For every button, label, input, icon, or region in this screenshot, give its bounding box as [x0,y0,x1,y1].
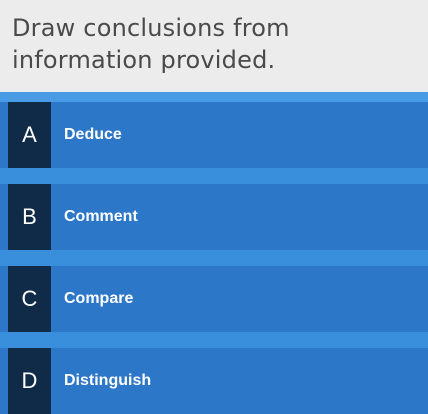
option-separator [0,168,428,184]
option-label-a: Deduce [64,126,122,143]
question-panel: Draw conclusions from information provid… [0,0,428,92]
option-letter-d: D [8,348,51,414]
option-label-d: Distinguish [64,372,152,389]
answer-option-c[interactable]: C Compare [0,266,428,332]
answer-options-list: A Deduce B Comment C Compare D Distingui… [0,92,428,414]
option-letter-c: C [8,266,51,332]
option-label-b: Comment [64,208,138,225]
option-label-c: Compare [64,290,134,307]
option-separator [0,250,428,266]
option-letter-b: B [8,184,51,250]
option-letter-a: A [8,102,51,168]
answer-option-d[interactable]: D Distinguish [0,348,428,414]
option-separator [0,332,428,348]
question-text: Draw conclusions from information provid… [12,14,290,74]
answer-option-a[interactable]: A Deduce [0,102,428,168]
answer-option-b[interactable]: B Comment [0,184,428,250]
